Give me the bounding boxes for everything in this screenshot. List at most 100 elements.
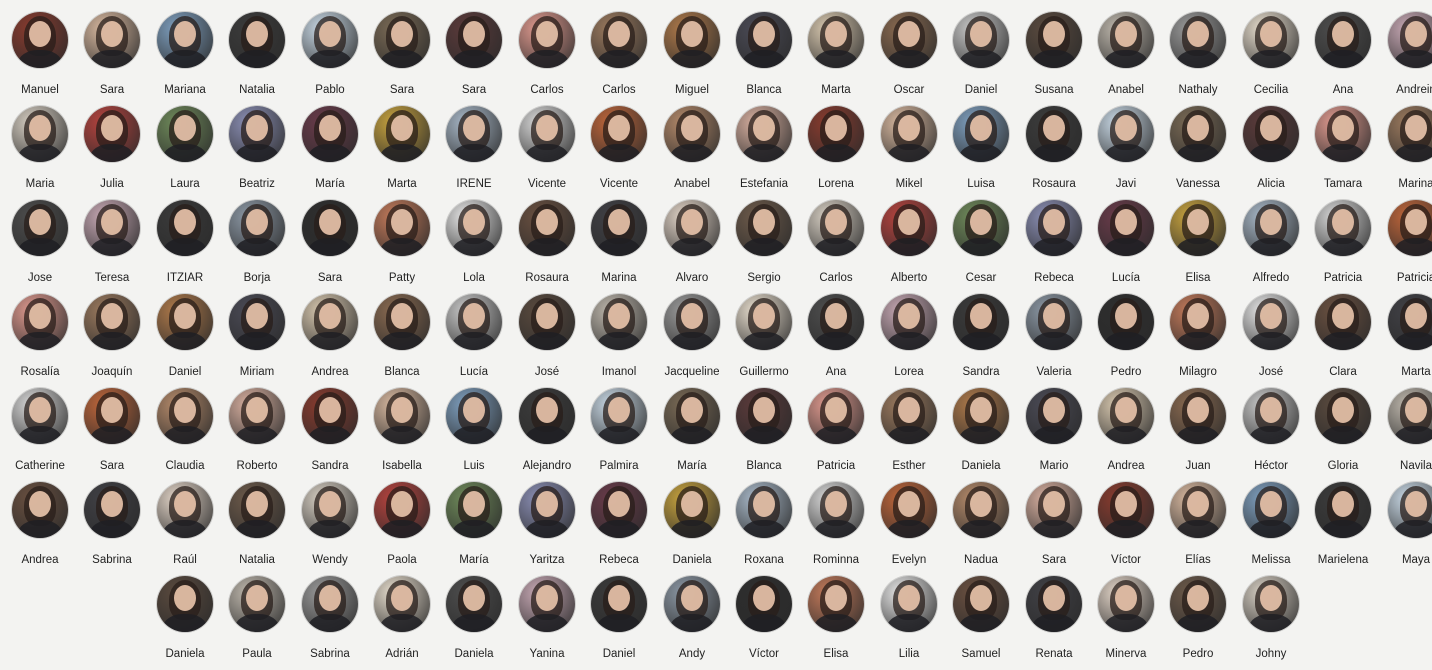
person-card: Rosalía [4,294,76,388]
person-name: Wendy [312,554,348,566]
person-card: Blanca [366,294,438,388]
avatar [881,200,937,256]
person-card: Patricia [800,388,872,482]
avatar [157,200,213,256]
avatar [157,576,213,632]
avatar [664,12,720,68]
avatar [664,106,720,162]
person-name: Lucía [1111,272,1141,284]
person-name: Daniela [961,460,1001,472]
avatar [519,106,575,162]
avatar [229,200,285,256]
person-card: Beatriz [221,106,293,200]
person-name: Pablo [315,84,345,96]
avatar [302,576,358,632]
person-name: María [677,460,707,472]
avatar [664,388,720,444]
person-name: Marta [387,178,417,190]
avatar [302,294,358,350]
person-name: Andy [678,648,706,660]
avatar [446,12,502,68]
avatar [881,106,937,162]
person-card: Daniel [149,294,221,388]
avatar [1170,12,1226,68]
person-card: Natalia [221,12,293,106]
person-name: Pedro [1110,366,1142,378]
avatar [736,576,792,632]
person-card: Yaritza [511,482,583,576]
person-card: Rebeca [583,482,655,576]
avatar [808,388,864,444]
avatar [1170,482,1226,538]
person-name: Blanca [384,366,420,378]
person-card: Andy [656,576,728,670]
person-card: Marina [1380,106,1432,200]
person-card: Elías [1162,482,1234,576]
person-name: Óscar [893,84,925,96]
avatar [1170,200,1226,256]
avatar [374,482,430,538]
avatar [1243,294,1299,350]
person-name: Sergio [747,272,781,284]
person-name: Natalia [239,84,275,96]
person-card: Andrea [4,482,76,576]
person-name: José [534,366,560,378]
person-card: Teresa [76,200,148,294]
avatar [1243,388,1299,444]
person-card: Mikel [873,106,945,200]
person-card: Rosaura [511,200,583,294]
avatar [157,482,213,538]
avatar [374,106,430,162]
person-card: Carlos [583,12,655,106]
person-name: Alfredo [1252,272,1290,284]
person-name: Marielena [1317,554,1369,566]
person-card: Patricia [1380,200,1432,294]
person-card: Andrein [1380,12,1432,106]
avatar [374,200,430,256]
person-card: Catherine [4,388,76,482]
person-name: Javi [1115,178,1137,190]
avatar [808,200,864,256]
avatar [1026,388,1082,444]
person-name: Sara [99,460,125,472]
person-card: Rebeca [1018,200,1090,294]
person-card: María [438,482,510,576]
person-card: Luisa [945,106,1017,200]
person-card: Cesar [945,200,1017,294]
person-card: Marta [1380,294,1432,388]
person-name: Maya [1401,554,1431,566]
person-card: Sandra [294,388,366,482]
avatar [12,200,68,256]
person-name: Andrea [21,554,59,566]
avatar [229,576,285,632]
person-card: Nadua [945,482,1017,576]
avatar [736,294,792,350]
person-name: Ana [1332,84,1354,96]
person-name: Isabella [382,460,422,472]
person-card: Anabel [656,106,728,200]
avatar [953,12,1009,68]
person-card: Roxana [728,482,800,576]
person-name: Beatriz [239,178,275,190]
person-name: Marina [1398,178,1432,190]
person-name: Cesar [965,272,997,284]
person-card: Paula [221,576,293,670]
person-card: Elisa [800,576,872,670]
avatar [1026,482,1082,538]
person-card: Julia [76,106,148,200]
person-card: Sara [294,200,366,294]
avatar [1170,388,1226,444]
person-card: Sara [366,12,438,106]
person-card: Jacqueline [656,294,728,388]
avatar [302,388,358,444]
person-card: Ana [1307,12,1379,106]
person-card: Imanol [583,294,655,388]
person-name: Pedro [1182,648,1214,660]
person-name: Rosaura [525,272,569,284]
person-name: Lucía [459,366,489,378]
person-name: Anabel [674,178,710,190]
avatar [664,200,720,256]
person-name: Sandra [962,366,1000,378]
avatar [1243,12,1299,68]
person-name: Daniel [602,648,636,660]
